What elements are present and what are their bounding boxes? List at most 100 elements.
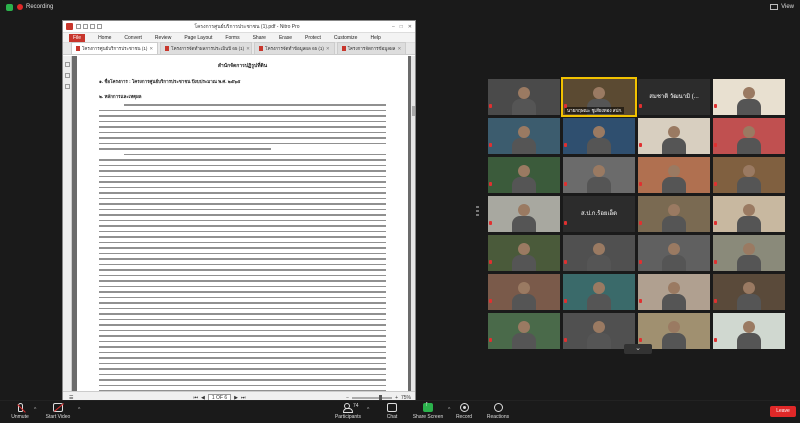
minimize-icon[interactable]: – xyxy=(392,24,395,30)
bookmarks-icon[interactable] xyxy=(64,62,70,67)
close-tab-icon[interactable]: ✕ xyxy=(397,46,401,52)
view-button[interactable]: View xyxy=(770,4,794,10)
participant-face xyxy=(518,204,530,216)
participants-options-caret-icon[interactable]: ^ xyxy=(367,407,369,413)
participant-tile[interactable]: ส.ป.ก.ร้อยเอ็ด xyxy=(563,196,635,232)
paragraph-line xyxy=(99,137,386,139)
close-tab-icon[interactable]: ✕ xyxy=(246,46,250,52)
paragraph-line xyxy=(99,241,386,243)
open-icon[interactable] xyxy=(76,24,81,29)
participant-face xyxy=(743,87,755,99)
pages-icon[interactable] xyxy=(64,73,70,78)
participant-tile[interactable] xyxy=(488,313,560,349)
start-video-button[interactable]: Start Video xyxy=(38,403,78,420)
paragraph-line xyxy=(99,131,386,133)
pdf-titlebar: โครงการศูนย์บริการประชาชน (1).pdf - Nitr… xyxy=(63,21,415,33)
ribbon-tab-home[interactable]: Home xyxy=(98,35,111,41)
ribbon-tab-forms[interactable]: Forms xyxy=(225,35,239,41)
muted-mic-icon xyxy=(489,104,492,108)
participant-face xyxy=(518,165,530,177)
participant-face xyxy=(668,282,680,294)
muted-mic-icon xyxy=(489,299,492,303)
shared-screen-pdf-window: โครงการศูนย์บริการประชาชน (1).pdf - Nitr… xyxy=(62,20,416,404)
ribbon-tab-customize[interactable]: Customize xyxy=(334,35,358,41)
paragraph-line xyxy=(99,148,272,150)
participant-tile[interactable] xyxy=(713,79,785,115)
participant-tile[interactable] xyxy=(638,118,710,154)
audio-options-caret-icon[interactable]: ^ xyxy=(34,407,36,413)
view-label: View xyxy=(781,4,794,10)
print-icon[interactable] xyxy=(90,24,95,29)
ribbon-tab-share[interactable]: Share xyxy=(253,35,266,41)
ribbon-tab-erase[interactable]: Erase xyxy=(279,35,292,41)
ribbon-tab-review[interactable]: Review xyxy=(155,35,171,41)
chat-button[interactable]: Chat xyxy=(372,403,412,420)
participant-tile[interactable] xyxy=(488,79,560,115)
share-screen-button[interactable]: Share Screen xyxy=(408,401,448,420)
ribbon-tab-file[interactable]: File xyxy=(69,33,86,42)
doc-tab-1[interactable]: โครงการศูนย์บริการประชาชน (1) ✕ xyxy=(71,42,159,54)
participant-video xyxy=(662,255,686,271)
ribbon-tab-convert[interactable]: Convert xyxy=(124,35,142,41)
participant-video xyxy=(737,99,761,115)
split-resize-handle[interactable] xyxy=(476,206,479,216)
participant-tile[interactable]: สมชาติ วัฒนามิ (... xyxy=(638,79,710,115)
doc-tab-4[interactable]: โครงการจัดการข้อมูลผล ✕ xyxy=(336,42,407,54)
pdf-vertical-scrollbar[interactable] xyxy=(411,56,415,393)
participant-tile[interactable] xyxy=(563,157,635,193)
leave-button[interactable]: Leave xyxy=(770,406,796,417)
participant-tile[interactable] xyxy=(563,235,635,271)
video-options-caret-icon[interactable]: ^ xyxy=(78,407,80,413)
muted-mic-icon xyxy=(639,221,642,225)
participant-face xyxy=(593,321,605,333)
participant-tile[interactable] xyxy=(488,157,560,193)
ribbon-tab-help[interactable]: Help xyxy=(370,35,380,41)
unmute-label: Unmute xyxy=(11,414,29,420)
participant-tile[interactable] xyxy=(563,274,635,310)
participant-face xyxy=(743,243,755,255)
participant-tile[interactable] xyxy=(713,235,785,271)
ribbon-tab-page-layout[interactable]: Page Layout xyxy=(184,35,212,41)
participant-tile[interactable] xyxy=(488,118,560,154)
participants-button[interactable]: 74 Participants xyxy=(328,403,368,420)
scrollbar-thumb[interactable] xyxy=(412,106,415,116)
view-grid-icon xyxy=(770,4,779,10)
paragraph-line xyxy=(99,329,386,331)
muted-mic-icon xyxy=(714,182,717,186)
save-icon[interactable] xyxy=(83,24,88,29)
muted-mic-icon xyxy=(639,143,642,147)
paragraph-line xyxy=(99,384,386,386)
participant-tile[interactable] xyxy=(638,235,710,271)
participant-tile[interactable] xyxy=(638,196,710,232)
gallery-next-page-chevron-icon[interactable]: ⌄ xyxy=(624,344,652,354)
paragraph-line xyxy=(99,357,386,359)
doc-tab-3[interactable]: โครงการจัดทำข้อมูลผล 65 (1) ✕ xyxy=(254,42,335,54)
participant-tile[interactable] xyxy=(638,274,710,310)
participant-face xyxy=(518,126,530,138)
doc-tab-2[interactable]: โครงการจัดทำผลการประเมินปี 65 (1) ✕ xyxy=(160,42,253,54)
participant-tile[interactable] xyxy=(713,274,785,310)
participant-tile[interactable]: นายกฤษณะ ชูเสียงทอง สปก. xyxy=(561,77,637,117)
close-tab-icon[interactable]: ✕ xyxy=(326,46,330,52)
paragraph-line xyxy=(99,197,386,199)
ribbon-tab-protect[interactable]: Protect xyxy=(305,35,321,41)
maximize-icon[interactable]: □ xyxy=(400,24,403,30)
security-shield-icon[interactable] xyxy=(6,3,13,11)
participant-tile[interactable] xyxy=(713,157,785,193)
participant-tile[interactable] xyxy=(563,118,635,154)
participant-tile[interactable] xyxy=(488,235,560,271)
participant-tile[interactable] xyxy=(713,313,785,349)
participant-tile[interactable] xyxy=(488,274,560,310)
reactions-button[interactable]: Reactions xyxy=(478,403,518,420)
close-icon[interactable]: ✕ xyxy=(408,24,412,30)
participant-tile[interactable] xyxy=(713,118,785,154)
participant-tile[interactable] xyxy=(488,196,560,232)
zoom-slider[interactable] xyxy=(352,394,393,401)
start-video-label: Start Video xyxy=(45,414,71,420)
attachments-icon[interactable] xyxy=(64,84,70,89)
participant-tile[interactable] xyxy=(713,196,785,232)
close-tab-icon[interactable]: ✕ xyxy=(149,46,153,52)
paragraph-line xyxy=(99,192,386,194)
muted-mic-icon xyxy=(564,221,567,225)
participant-tile[interactable] xyxy=(638,157,710,193)
